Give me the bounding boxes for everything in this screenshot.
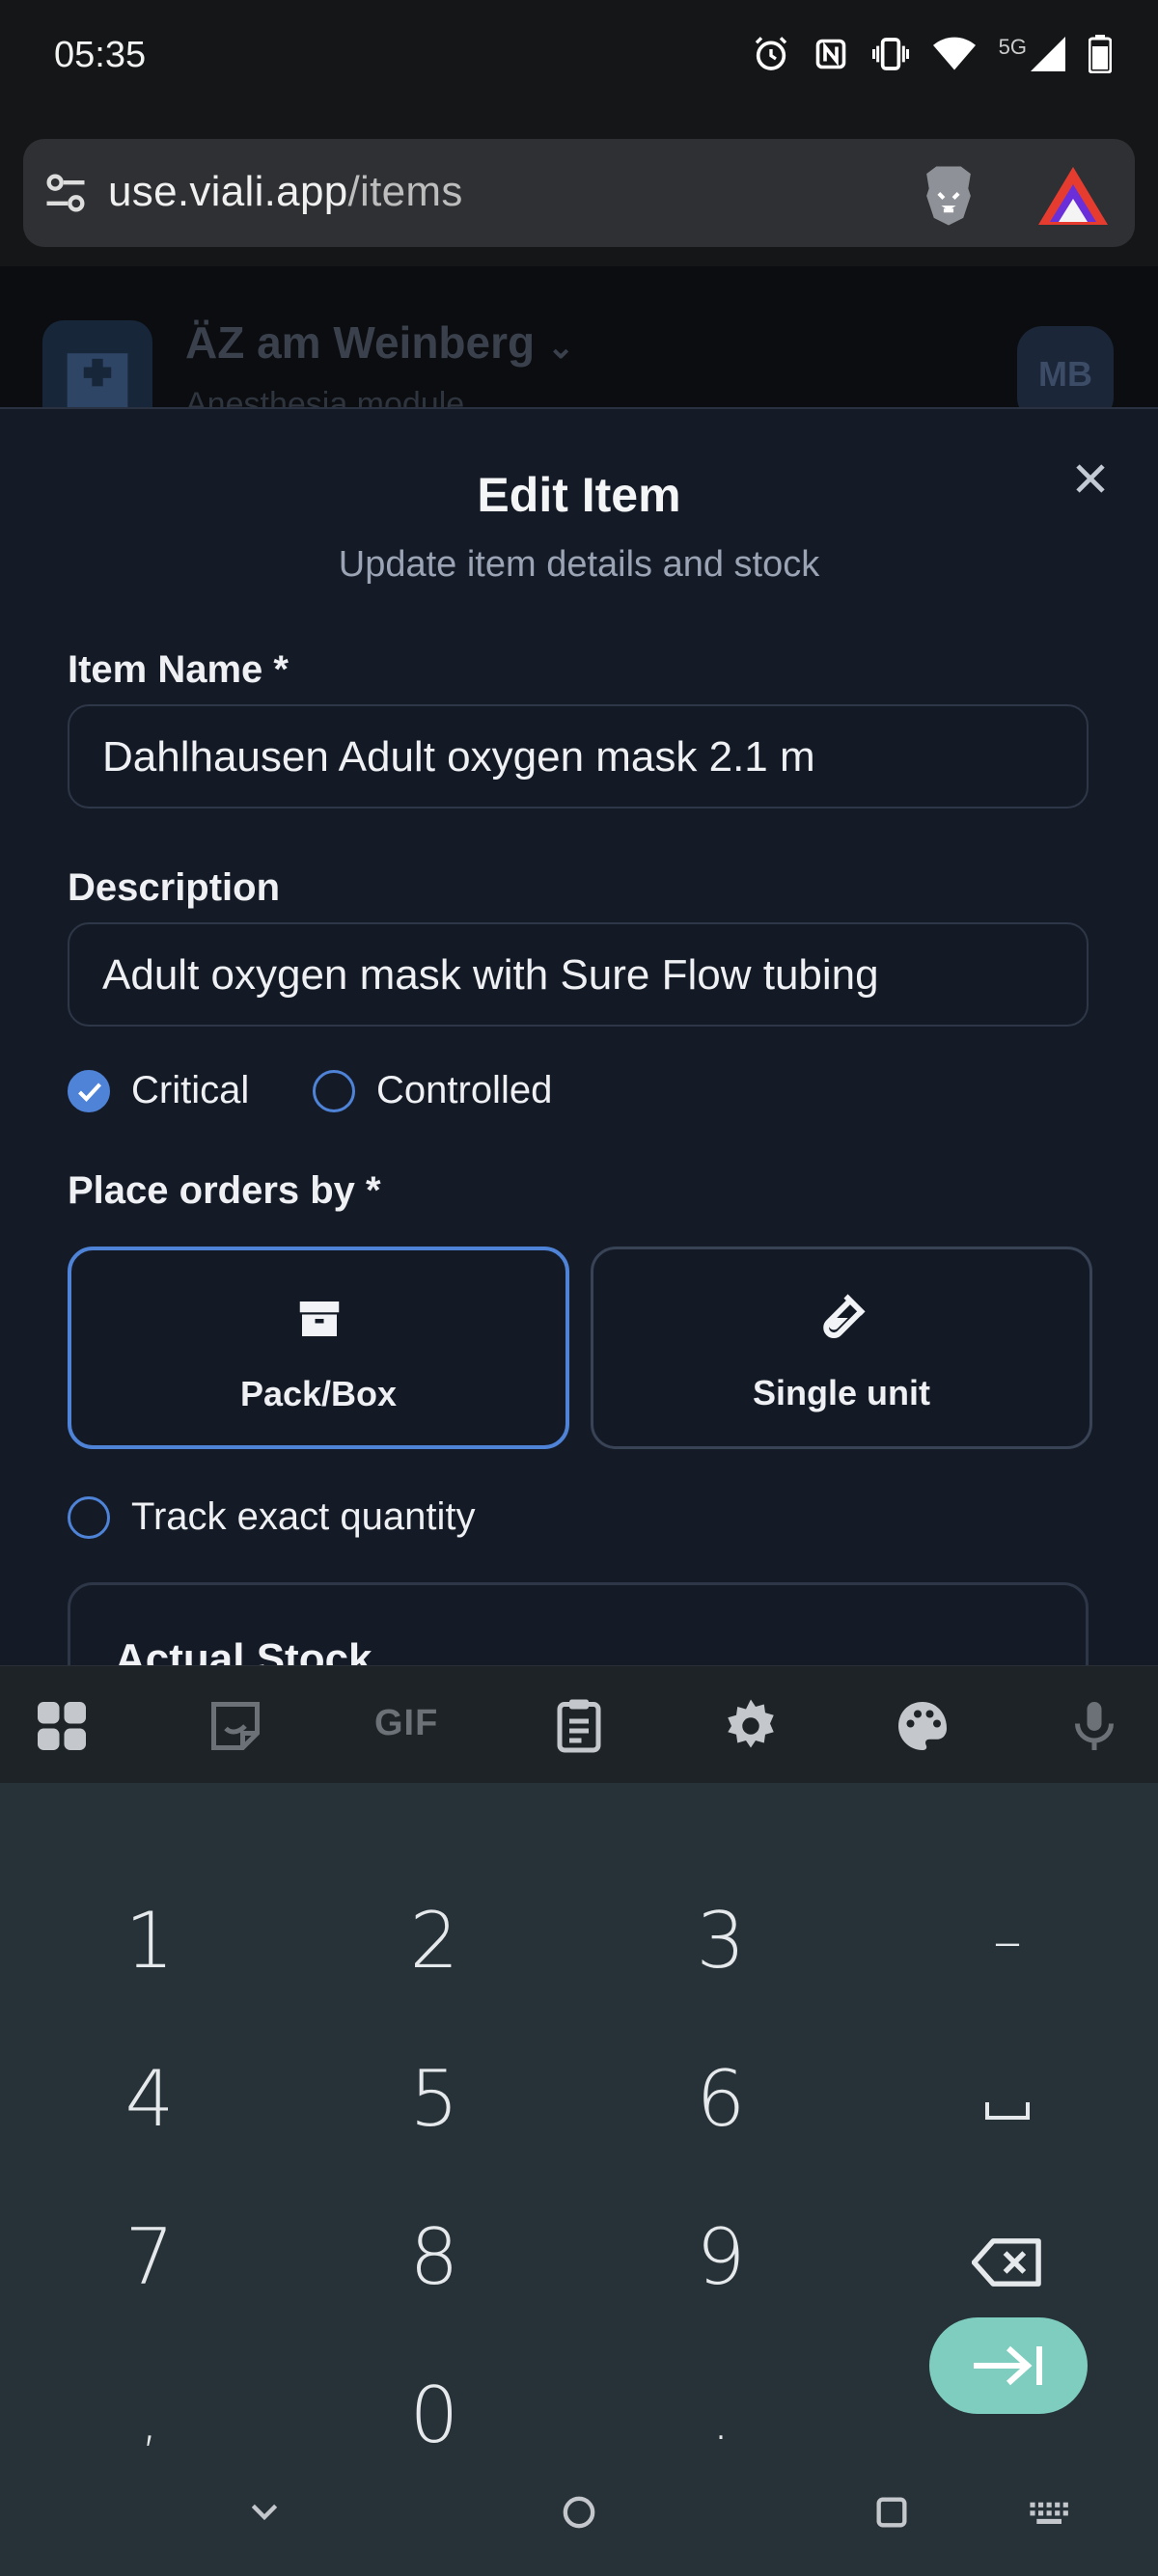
pack-box-label: Pack/Box [239,1374,398,1413]
gif-button[interactable]: GIF [374,1703,438,1744]
checkbox-unchecked[interactable] [68,1495,110,1539]
url-text[interactable]: use.viali.app/items [108,168,463,216]
brave-rewards-icon[interactable] [1038,166,1108,226]
single-unit-label: Single unit [753,1373,930,1412]
nfc-icon [815,39,845,69]
settings-icon[interactable] [722,1697,780,1755]
network-type: 5G [998,35,1027,59]
track-exact-label: Track exact quantity [131,1495,476,1538]
key-7[interactable]: 7 [53,2200,246,2316]
controlled-label: Controlled [376,1069,553,1111]
numeric-keypad: 1 2 3 – 4 5 6 7 8 9 , 0 . [0,1783,1158,2460]
avatar[interactable]: MB [1017,326,1114,409]
keyboard-switch-icon[interactable] [1027,2493,1073,2532]
order-option-single-unit[interactable]: Single unit [591,1247,1092,1449]
box-icon [299,1302,340,1336]
browser-toolbar: use.viali.app/items [0,120,1158,266]
stock-section-title: Actual Stock [115,1635,372,1667]
controlled-checkbox[interactable]: Controlled [313,1069,552,1112]
home-icon[interactable] [560,2493,598,2532]
test-tube-icon [823,1294,866,1338]
key-4[interactable]: 4 [53,2042,246,2157]
alarm-icon [755,37,786,70]
checkbox-checked[interactable] [68,1069,110,1112]
order-option-pack-box[interactable]: Pack/Box [68,1247,569,1449]
keyboard-toolbar: GIF [0,1665,1158,1784]
clinic-logo [42,320,152,409]
clock: 05:35 [54,35,147,75]
track-exact-checkbox[interactable]: Track exact quantity [68,1495,475,1539]
key-enter[interactable] [929,2317,1088,2414]
key-3[interactable]: 3 [624,1883,817,1999]
key-8[interactable]: 8 [338,2200,531,2316]
space-icon [985,2102,1030,2120]
status-bar: 05:35 5G [0,0,1158,120]
description-label: Description [68,866,281,909]
chevron-down-icon[interactable] [245,2493,284,2532]
check-icon [78,1082,102,1102]
signal-icon [1031,37,1065,71]
address-bar[interactable]: use.viali.app/items [23,139,1135,247]
site-settings-icon[interactable] [41,168,91,218]
vibrate-icon [871,38,909,70]
org-name: ÄZ am Weinberg ⌄ [185,317,575,368]
brave-shields-icon[interactable] [919,164,979,228]
system-nav-bar [0,2451,1158,2576]
key-9[interactable]: 9 [624,2200,817,2316]
url-path: /items [347,168,463,215]
hospital-icon [67,353,128,409]
actual-stock-section: Actual Stock [68,1582,1089,1667]
checkbox-unchecked[interactable] [313,1069,355,1112]
item-name-field[interactable]: Dahlhausen Adult oxygen mask 2.1 m [68,704,1089,808]
key-6[interactable]: 6 [624,2042,817,2157]
item-name-label: Item Name * [68,648,289,691]
description-value: Adult oxygen mask with Sure Flow tubing [102,951,879,999]
org-subtitle: Anesthesia module [185,386,465,409]
key-space[interactable] [911,2042,1104,2157]
order-by-label: Place orders by * [68,1169,381,1212]
critical-label: Critical [131,1069,250,1111]
key-5[interactable]: 5 [338,2042,531,2157]
tab-enter-icon [974,2345,1042,2386]
key-dash[interactable]: – [911,1883,1104,1999]
item-name-value: Dahlhausen Adult oxygen mask 2.1 m [102,733,815,781]
sticker-icon[interactable] [207,1697,264,1755]
apps-icon[interactable] [33,1697,91,1755]
mic-icon[interactable] [1065,1697,1123,1755]
critical-checkbox[interactable]: Critical [68,1069,249,1112]
key-backspace[interactable] [911,2200,1104,2316]
edit-item-dialog: Edit Item Update item details and stock … [0,407,1158,1667]
clipboard-icon[interactable] [550,1697,608,1755]
key-1[interactable]: 1 [53,1883,246,1999]
recents-icon[interactable] [872,2493,911,2532]
dialog-subtitle: Update item details and stock [338,544,820,585]
backspace-icon [971,2238,1041,2287]
wifi-icon [932,37,976,70]
dialog-title: Edit Item [477,468,681,522]
background-page: ÄZ am Weinberg ⌄ Anesthesia module MB [0,266,1158,409]
battery-icon [1089,35,1112,73]
key-2[interactable]: 2 [338,1883,531,1999]
palette-icon[interactable] [894,1697,951,1755]
url-domain: use.viali.app [108,168,348,215]
description-field[interactable]: Adult oxygen mask with Sure Flow tubing [68,922,1089,1027]
